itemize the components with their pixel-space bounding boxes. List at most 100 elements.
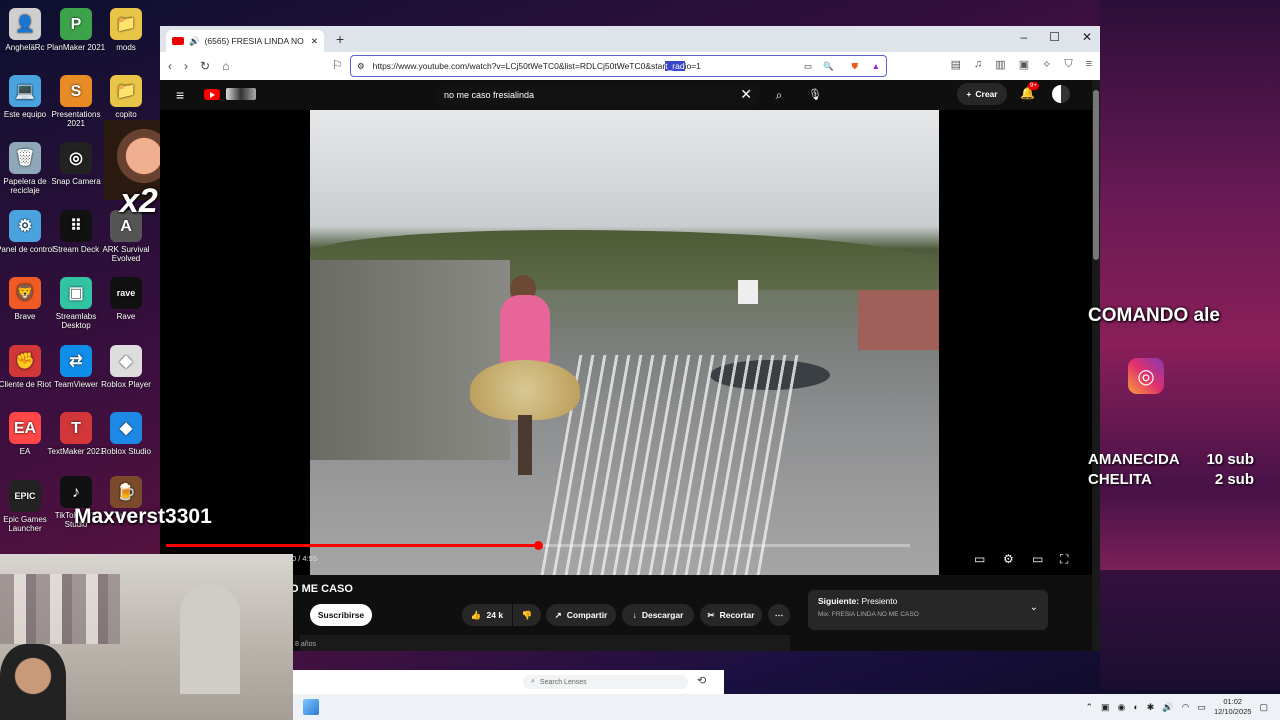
desktop-app-icon: rave [110,277,142,309]
progress-bar[interactable] [166,541,910,550]
tray-app-icon[interactable]: ◉ [1118,702,1126,713]
desktop-icon[interactable]: ◆ Roblox Player [95,345,157,389]
desktop-wallpaper [1100,0,1280,690]
video-frame[interactable] [310,110,939,575]
close-tab-icon[interactable]: ✕ [311,36,318,47]
webcam-clothes [0,574,120,644]
theater-mode-icon[interactable]: ▭ [1032,552,1043,566]
desktop-app-icon: ⇄ [60,345,92,377]
up-next-card[interactable]: Siguiente: Presiento Mix: FRESIA LINDA N… [808,590,1048,630]
clear-search-icon[interactable]: ✕ [740,86,752,103]
like-button[interactable]: 👍 24 k [462,604,512,626]
subtitles-icon[interactable]: ▭ [974,552,985,566]
desktop-icon-label: Snap Camera [51,177,101,186]
hamburger-icon[interactable]: ≡ [176,87,184,103]
new-tab-button[interactable]: + [336,31,344,47]
dislike-button[interactable]: 👎 [513,604,541,626]
search-icon[interactable]: ⌕ [764,83,794,107]
home-icon[interactable]: ⌂ [222,59,229,73]
chevron-up-icon[interactable]: ⌃ [1085,702,1093,713]
leo-icon[interactable]: ✧ [1042,58,1051,71]
desktop-icon[interactable]: rave Rave [95,277,157,321]
thumbs-up-icon: 👍 [470,609,482,620]
avatar[interactable] [1052,85,1070,103]
youtube-logo-icon[interactable] [204,89,220,100]
tab-youtube[interactable]: 🔊 (6565) FRESIA LINDA NO ME ✕ [166,30,324,52]
desktop-app-icon: ⚙ [9,210,41,242]
music-icon[interactable]: ♫ [974,58,982,71]
search-input[interactable]: no me caso fresialinda ✕ [436,83,760,107]
history-icon[interactable]: ⟲ [697,674,706,687]
wallet-icon[interactable]: ▣ [1019,58,1029,71]
like-count: 24 k [486,610,504,620]
speaker-icon[interactable]: 🔊 [1162,702,1173,713]
desktop-icon[interactable]: 📁 copito [95,75,157,119]
battery-icon[interactable]: ▭ [1197,702,1206,713]
desktop-app-icon: 📁 [110,8,142,40]
subscribe-button[interactable]: Suscribirse [310,604,372,626]
desktop-app-icon: EPIC [9,480,41,512]
site-info-icon[interactable]: ⚙ [357,61,365,72]
notifications-icon[interactable]: 🔔 9+ [1020,82,1039,100]
speaker-icon[interactable]: 🔊 [189,36,200,47]
maximize-button[interactable]: ☐ [1049,30,1060,44]
taskbar-app-icon[interactable] [303,699,319,715]
browser-toolbar: ‹ › ↻ ⌂ ⚐ ⚙ https://www.youtube.com/watc… [160,52,1100,80]
bluetooth-icon[interactable]: ✱ [1147,702,1155,713]
settings-icon[interactable]: ⚙ [1003,552,1014,566]
brave-shield-icon[interactable]: ⛊ [852,61,858,72]
vpn-icon[interactable]: ⛉ [1064,58,1072,71]
wifi-icon[interactable]: ◠ [1182,702,1190,713]
scrubber-handle[interactable] [534,541,543,550]
fullscreen-icon[interactable]: ⛶ [1060,552,1068,567]
download-button[interactable]: ↓ Descargar [622,604,694,626]
thumbs-down-icon: 👎 [521,609,533,620]
mic-icon[interactable]: 🎙 [804,83,826,107]
notification-center-icon[interactable]: ▢ [1259,702,1268,713]
sidebar-icon[interactable]: ▥ [995,58,1005,71]
goal-label: CHELITA [1088,471,1152,488]
close-window-button[interactable]: ✕ [1082,30,1092,44]
rewards-icon[interactable]: ▲ [872,61,880,71]
clip-button[interactable]: ✂ Recortar [700,604,762,626]
minimize-button[interactable]: – [1020,30,1027,44]
create-button[interactable]: + Crear [957,83,1007,105]
reload-button[interactable]: ↻ [200,59,210,73]
desktop-app-icon: ♪ [60,476,92,508]
desktop-icon[interactable]: 📁 mods [95,8,157,52]
address-bar[interactable]: ⚙ https://www.youtube.com/watch?v=LCj50t… [350,55,887,77]
menu-icon[interactable]: ≡ [1086,58,1092,71]
upload-age: 8 años [295,641,317,648]
more-actions-button[interactable]: ⋯ [768,604,790,626]
share-button[interactable]: ↗ Compartir [546,604,616,626]
subgoal-list: AMANECIDA 10 sub CHELITA 2 sub [1088,450,1278,490]
description-strip [300,635,790,651]
forward-button[interactable]: › [184,59,188,73]
tray-app-icon[interactable]: ▣ [1101,702,1110,713]
scrollbar-thumb[interactable] [1093,90,1099,260]
desktop-app-icon: P [60,8,92,40]
desktop-icon[interactable]: ◎ Snap Camera [45,142,107,186]
desktop-icon-label: Roblox Player [101,380,151,389]
desktop-app-icon: 💻 [9,75,41,107]
cast-icon[interactable]: ▭ [804,61,812,72]
doodle-icon[interactable] [226,88,256,100]
zoom-icon[interactable]: 🔍 [823,61,834,72]
clock[interactable]: 01:02 12/10/2025 [1214,697,1252,717]
notifications-badge: 9+ [1028,82,1039,90]
tray-app-icon[interactable]: ◐ [1133,702,1138,712]
desktop-app-icon: EA [9,412,41,444]
chevron-down-icon[interactable]: ⌄ [1030,602,1038,613]
goal-row: CHELITA 2 sub [1088,470,1278,490]
desktop-icon[interactable]: ◆ Roblox Studio [95,412,157,456]
bookmark-icon[interactable]: ⚐ [332,58,343,72]
page-scrollbar[interactable] [1092,80,1100,651]
download-label: Descargar [641,610,684,620]
plus-icon: + [966,89,972,99]
lens-search-input[interactable]: ⌕ Search Lenses [523,675,688,689]
back-button[interactable]: ‹ [168,59,172,73]
video-player[interactable]: 0 / 4:55 ▭ ⚙ ▭ ⛶ [160,110,1092,575]
youtube-favicon-icon [172,37,184,45]
share-label: Compartir [566,610,608,620]
reader-icon[interactable]: ▤ [951,58,961,71]
